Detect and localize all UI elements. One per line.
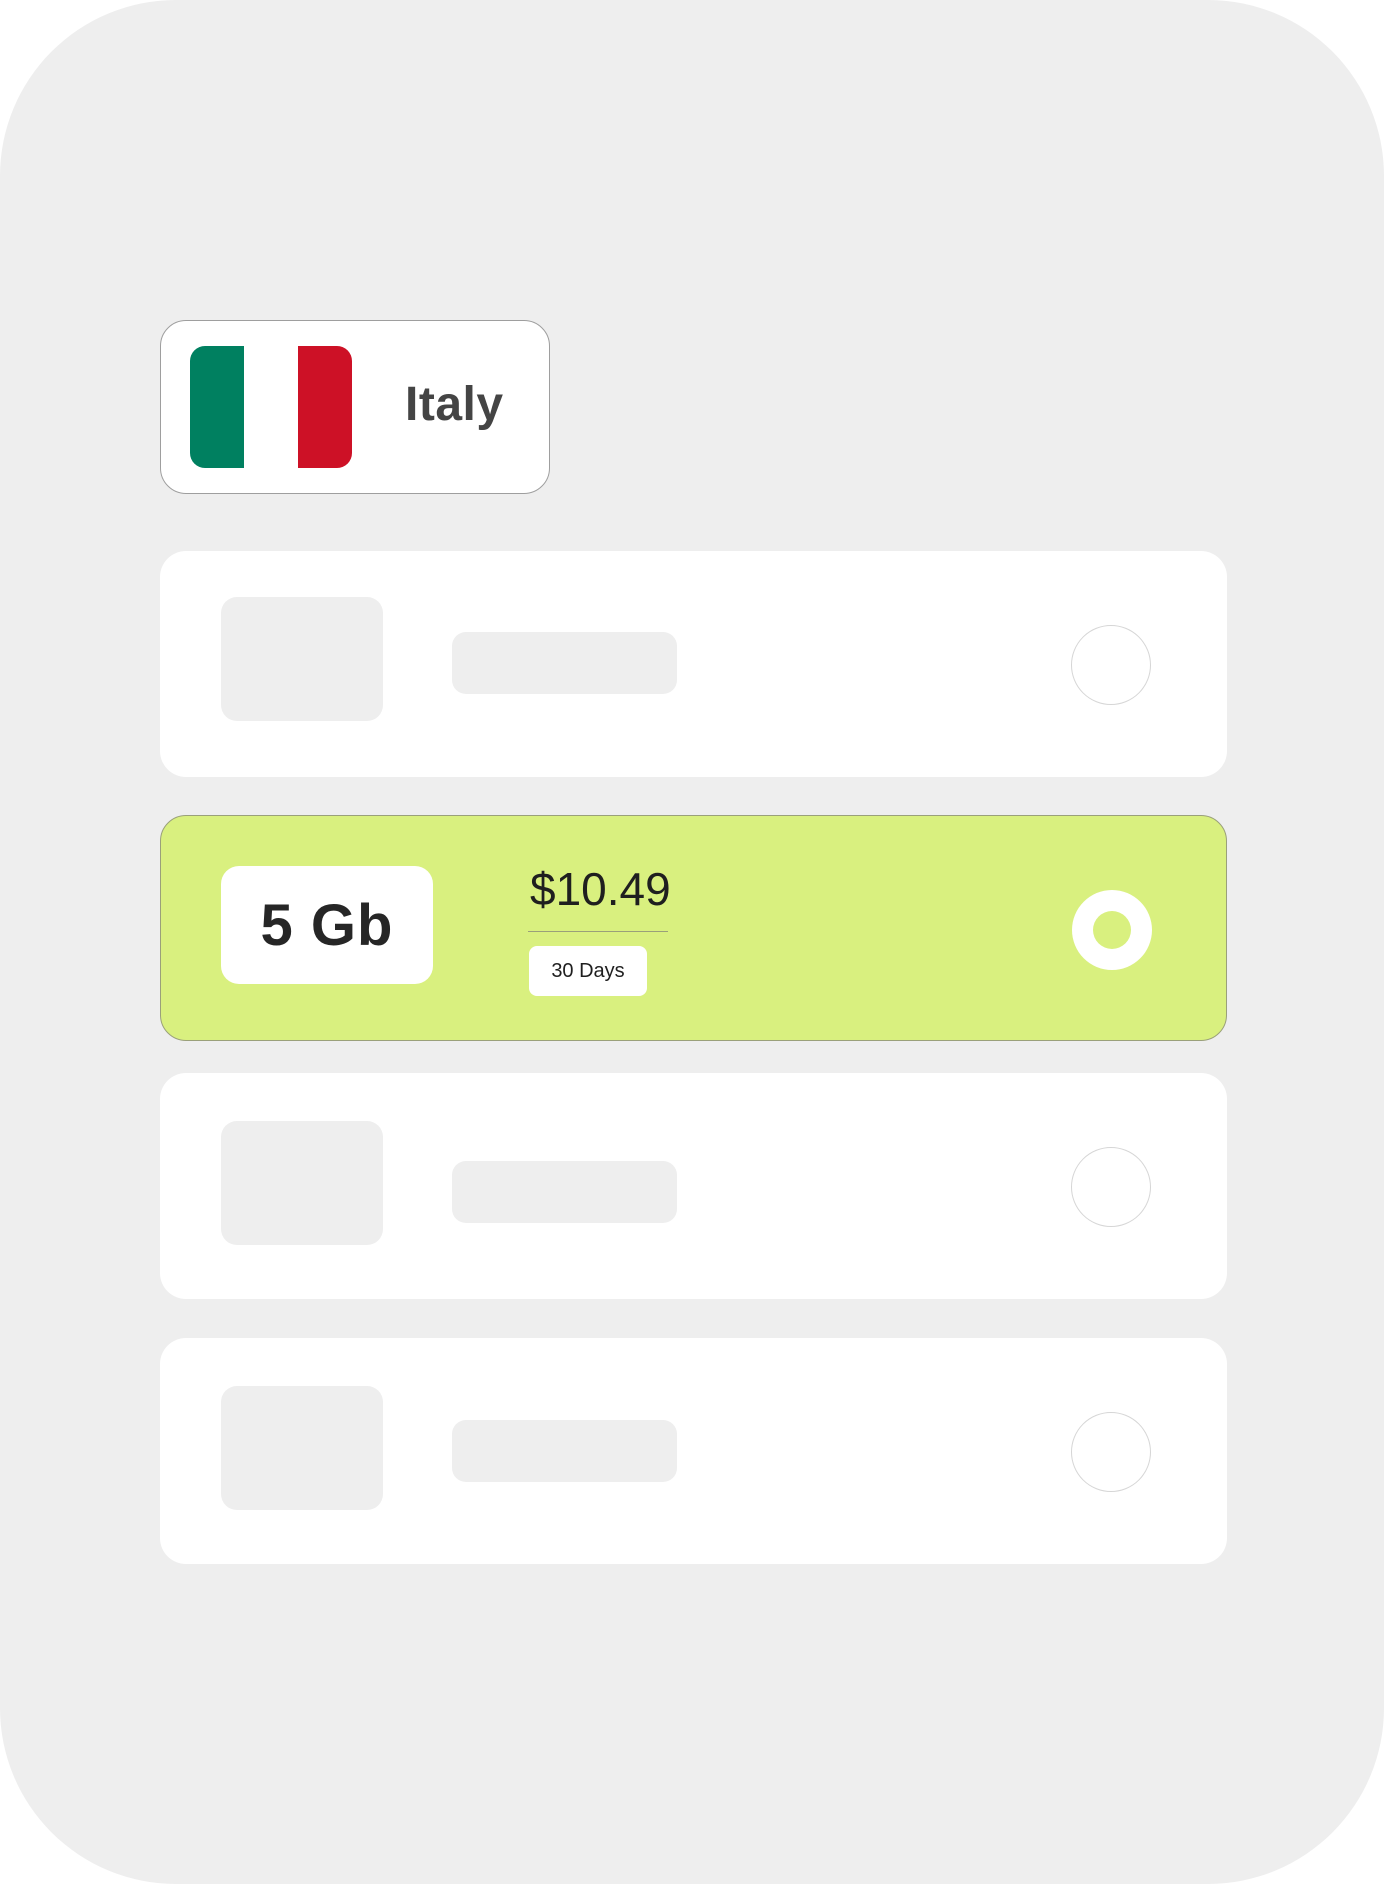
price-divider xyxy=(528,931,668,932)
plan-option-selected[interactable]: 5 Gb $10.49 30 Days xyxy=(160,815,1227,1041)
radio-selected-dot xyxy=(1093,911,1131,949)
plan-price: $10.49 xyxy=(530,863,671,915)
plan-price-placeholder xyxy=(452,632,677,694)
country-name: Italy xyxy=(405,378,504,431)
plan-radio-button[interactable] xyxy=(1071,1147,1151,1227)
plan-size-badge: 5 Gb xyxy=(221,866,433,984)
plan-data-amount: 5 Gb xyxy=(260,892,394,958)
plan-radio-button-selected[interactable] xyxy=(1072,890,1152,970)
plan-option-placeholder[interactable] xyxy=(160,1073,1227,1299)
plan-size-placeholder xyxy=(221,1386,383,1510)
plan-duration-badge: 30 Days xyxy=(529,946,647,996)
plan-radio-button[interactable] xyxy=(1071,625,1151,705)
plan-radio-button[interactable] xyxy=(1071,1412,1151,1492)
plan-size-placeholder xyxy=(221,1121,383,1245)
plan-selector-card: Italy 5 Gb $10.49 30 Days xyxy=(0,0,1384,1884)
country-selector[interactable]: Italy xyxy=(160,320,550,494)
plan-option-placeholder[interactable] xyxy=(160,551,1227,777)
italy-flag-icon xyxy=(190,346,352,468)
plan-price-placeholder xyxy=(452,1161,677,1223)
plan-option-placeholder[interactable] xyxy=(160,1338,1227,1564)
plan-size-placeholder xyxy=(221,597,383,721)
plan-price-placeholder xyxy=(452,1420,677,1482)
